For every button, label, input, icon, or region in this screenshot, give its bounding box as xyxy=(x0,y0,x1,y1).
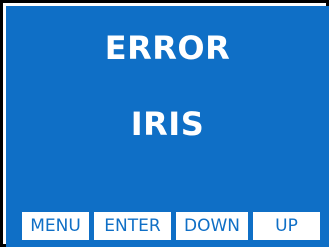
display-frame: ERROR IRIS MENU ENTER DOWN UP xyxy=(0,0,329,247)
error-message: IRIS xyxy=(130,105,205,143)
error-title: ERROR xyxy=(104,29,231,67)
up-button[interactable]: UP xyxy=(253,212,320,240)
enter-button[interactable]: ENTER xyxy=(94,212,171,240)
display-screen: ERROR IRIS MENU ENTER DOWN UP xyxy=(6,6,329,247)
down-button[interactable]: DOWN xyxy=(176,212,248,240)
menu-button[interactable]: MENU xyxy=(22,212,89,240)
softkey-bar: MENU ENTER DOWN UP xyxy=(6,212,329,241)
